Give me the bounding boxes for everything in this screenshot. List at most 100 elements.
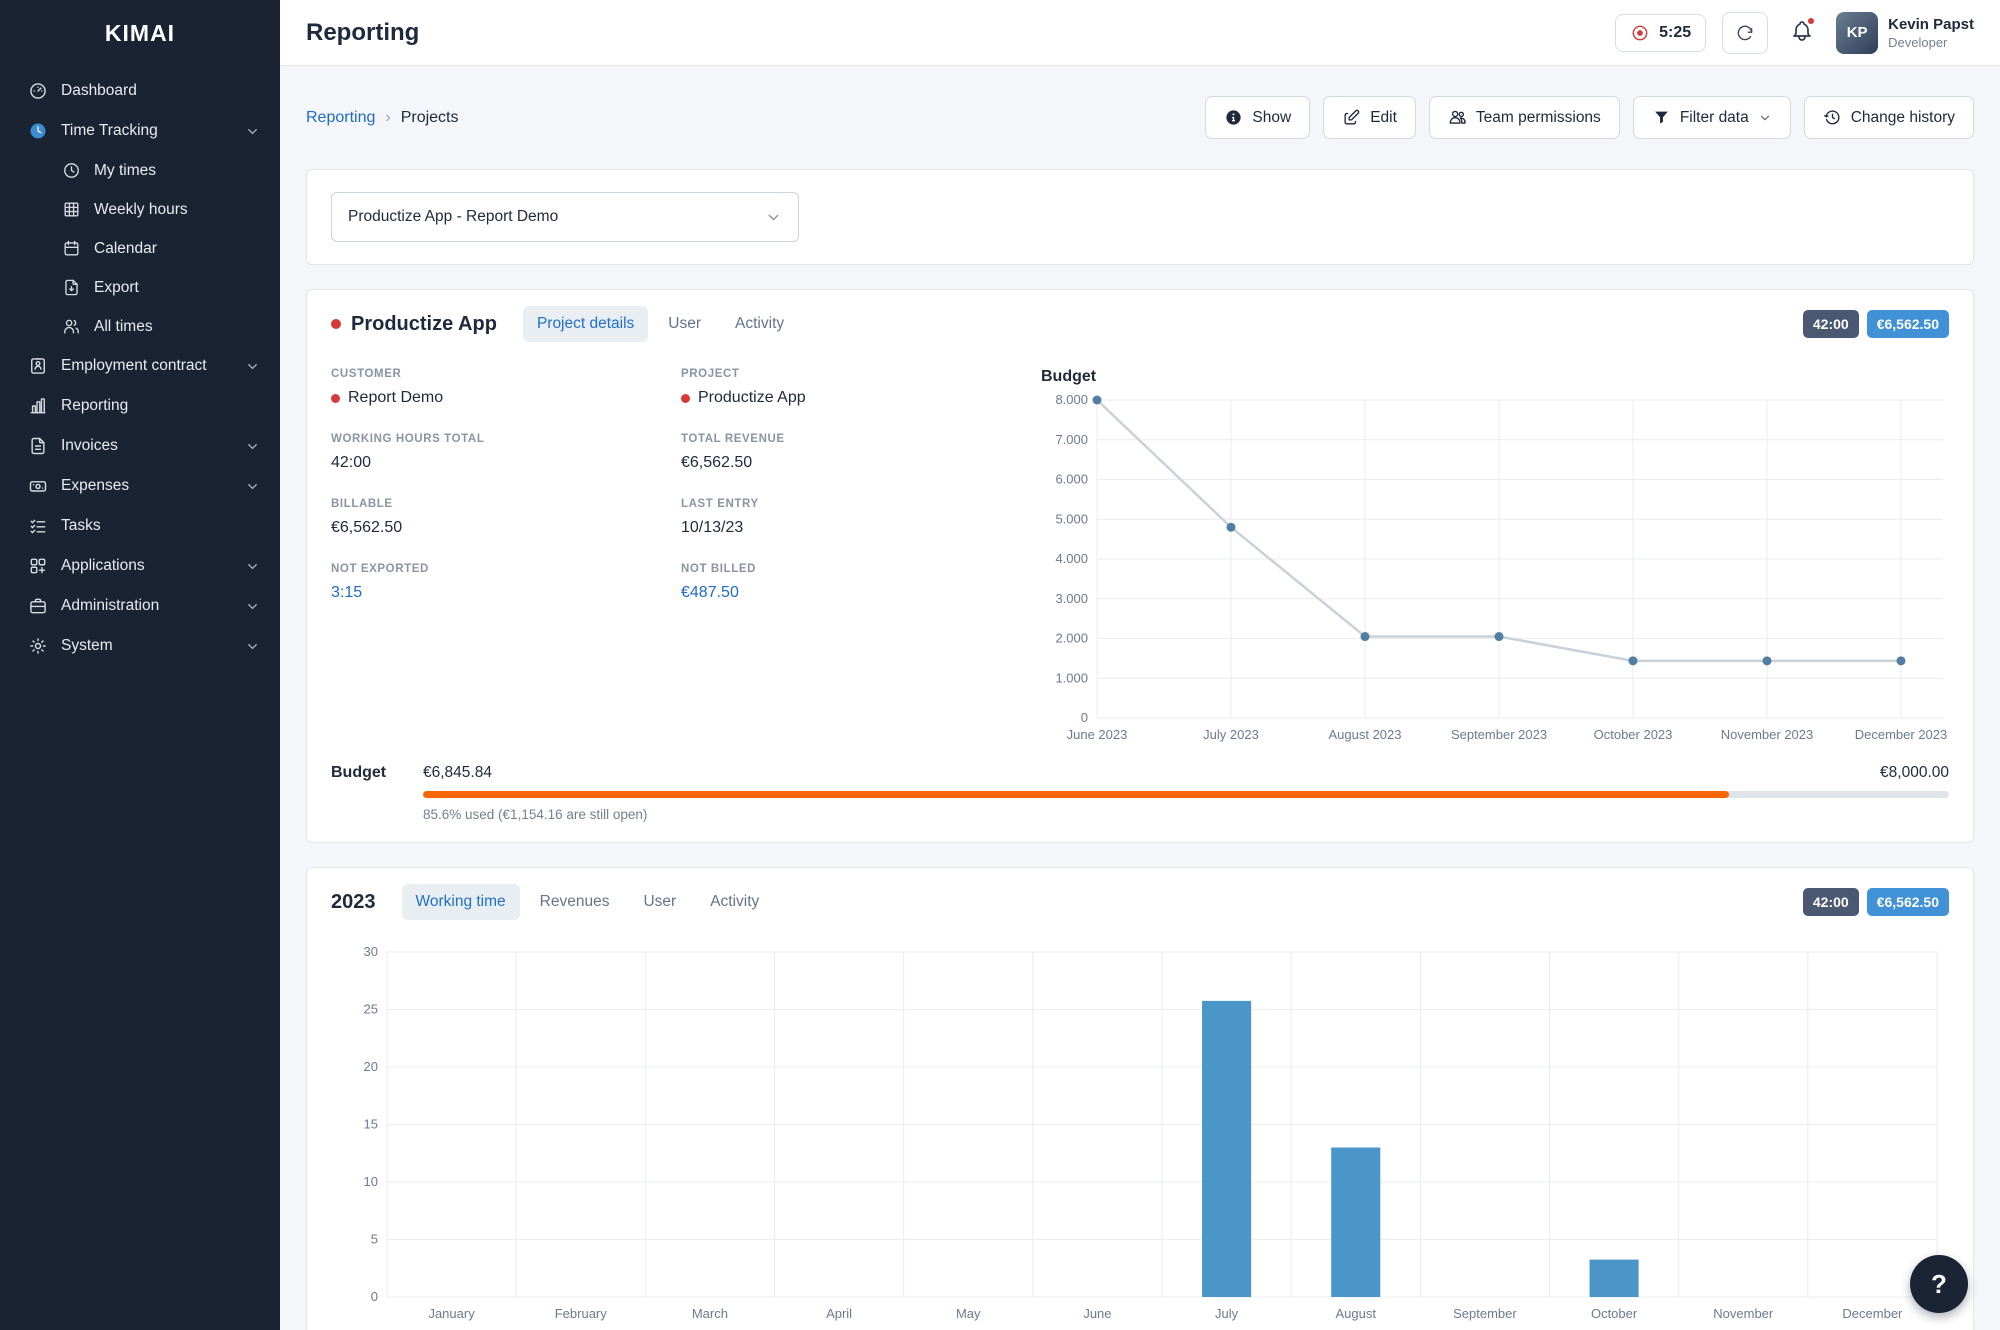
not-billed-link[interactable]: €487.50 [681, 584, 1031, 602]
breadcrumb: Reporting › Projects [306, 109, 459, 127]
svg-text:30: 30 [364, 944, 378, 959]
tab-activity[interactable]: Activity [721, 306, 798, 342]
svg-text:December: December [1842, 1306, 1903, 1321]
change-history-button[interactable]: Change history [1803, 96, 1974, 139]
svg-text:July: July [1215, 1306, 1239, 1321]
year-card-badges: 42:00 €6,562.50 [1802, 888, 1949, 916]
sidebar-item-calendar[interactable]: Calendar [0, 229, 280, 268]
not-exported-link[interactable]: 3:15 [331, 584, 681, 602]
filter-data-button[interactable]: Filter data [1632, 96, 1791, 139]
sidebar-item-my-times[interactable]: My times [0, 151, 280, 190]
briefcase-icon [28, 596, 48, 616]
svg-text:0: 0 [371, 1289, 378, 1304]
refresh-icon [1735, 23, 1755, 43]
sidebar-item-all-times[interactable]: All times [0, 307, 280, 346]
budget-used-amount: €6,845.84 [423, 764, 492, 781]
sidebar-item-label: Employment contract [61, 357, 207, 374]
project-details-card: Productize App Project details User Acti… [306, 289, 1974, 843]
working-time-bar-chart: 0 5 10 15 20 25 30 January February March April May… [331, 942, 1949, 1327]
budget-progress-section: Budget €6,845.84 €8,000.00 85.6% used (€… [307, 754, 1973, 842]
sidebar-item-expenses[interactable]: Expenses [0, 466, 280, 506]
year-card-title: 2023 [331, 890, 376, 913]
help-button[interactable]: ? [1910, 1255, 1968, 1313]
field-label: TOTAL REVENUE [681, 433, 785, 445]
user-menu[interactable]: KP Kevin Papst Developer [1836, 11, 1974, 54]
svg-text:January: January [428, 1306, 475, 1321]
tab-year-user[interactable]: User [629, 884, 690, 920]
filter-data-button-label: Filter data [1679, 108, 1749, 126]
edit-button[interactable]: Edit [1323, 96, 1416, 139]
toolbar: Show Edit Team permissions Filter data C… [1205, 96, 1974, 139]
notification-dot [1806, 15, 1817, 26]
svg-text:November 2023: November 2023 [1721, 727, 1814, 742]
svg-text:March: March [692, 1306, 728, 1321]
record-icon [1630, 23, 1650, 43]
gear-icon [28, 636, 48, 656]
sidebar-item-invoices[interactable]: Invoices [0, 426, 280, 466]
year-card-tabs: Working time Revenues User Activity [401, 884, 774, 920]
tab-project-details[interactable]: Project details [522, 306, 649, 342]
sidebar-item-reporting[interactable]: Reporting [0, 386, 280, 426]
customer-color-dot [331, 393, 340, 403]
team-permissions-button[interactable]: Team permissions [1428, 96, 1620, 139]
field-billable: BILLABLE €6,562.50 [331, 498, 681, 537]
sidebar-item-system[interactable]: System [0, 626, 280, 666]
sidebar-item-export[interactable]: Export [0, 268, 280, 307]
topbar-actions: 5:25 KP Kevin Papst Developer [1615, 11, 1974, 54]
sidebar-item-administration[interactable]: Administration [0, 586, 280, 626]
field-label: WORKING HOURS TOTAL [331, 433, 485, 445]
sidebar-item-time-tracking[interactable]: Time Tracking [0, 111, 280, 151]
gauge-icon [28, 81, 48, 101]
sidebar-item-applications[interactable]: Applications [0, 546, 280, 586]
svg-text:3.000: 3.000 [1055, 591, 1088, 606]
sidebar-item-label: My times [94, 161, 156, 179]
project-color-dot [331, 319, 341, 329]
tab-revenues[interactable]: Revenues [526, 884, 624, 920]
field-label: NOT EXPORTED [331, 563, 429, 575]
sidebar-item-label: Weekly hours [94, 200, 188, 218]
svg-text:October 2023: October 2023 [1594, 727, 1673, 742]
budget-progress-main: €6,845.84 €8,000.00 85.6% used (€1,154.1… [423, 764, 1949, 822]
show-button[interactable]: Show [1205, 96, 1311, 139]
sidebar-item-tasks[interactable]: Tasks [0, 506, 280, 546]
clock-icon [62, 161, 81, 180]
edit-icon [1342, 108, 1361, 127]
team-permissions-button-label: Team permissions [1475, 108, 1601, 126]
project-card-body: CUSTOMER Report Demo PROJECT Productize … [307, 354, 1973, 754]
field-value: Report Demo [331, 389, 681, 407]
sidebar-item-label: All times [94, 317, 153, 335]
chart-bar-icon [28, 396, 48, 416]
svg-text:5: 5 [371, 1232, 378, 1247]
project-fields: CUSTOMER Report Demo PROJECT Productize … [331, 368, 1031, 748]
svg-text:4.000: 4.000 [1055, 551, 1088, 566]
budget-chart-column: Budget 0 1.000 2.000 3.000 4.000 5.000 6.000 7.… [1031, 368, 1949, 748]
timer-button[interactable]: 5:25 [1615, 13, 1707, 52]
chevron-down-icon [765, 209, 782, 226]
sidebar-item-employment-contract[interactable]: Employment contract [0, 346, 280, 386]
field-not-exported: NOT EXPORTED 3:15 [331, 563, 681, 602]
field-value: Productize App [681, 389, 1031, 407]
user-role: Developer [1888, 34, 1948, 50]
tab-working-time[interactable]: Working time [401, 884, 520, 920]
breadcrumb-reporting-link[interactable]: Reporting [306, 109, 375, 127]
change-history-button-label: Change history [1850, 108, 1955, 126]
project-card-title: Productize App [331, 313, 497, 336]
budget-progress-fill [423, 791, 1730, 798]
svg-text:8.000: 8.000 [1055, 392, 1088, 407]
users-icon [62, 317, 81, 336]
tab-user[interactable]: User [654, 306, 715, 342]
field-project: PROJECT Productize App [681, 368, 1031, 407]
show-button-label: Show [1252, 108, 1292, 126]
chevron-down-icon [245, 124, 260, 139]
budget-total-amount: €8,000.00 [1880, 764, 1949, 781]
notifications-button[interactable] [1790, 15, 1817, 47]
refresh-button[interactable] [1722, 11, 1769, 54]
project-selector[interactable]: Productize App - Report Demo [331, 192, 799, 242]
sidebar-item-label: Administration [61, 597, 160, 614]
project-selector-value: Productize App - Report Demo [348, 208, 559, 225]
tab-year-activity[interactable]: Activity [696, 884, 773, 920]
svg-text:October: October [1591, 1306, 1638, 1321]
sidebar-item-weekly-hours[interactable]: Weekly hours [0, 190, 280, 229]
sidebar-item-label: Calendar [94, 239, 157, 257]
sidebar-item-dashboard[interactable]: Dashboard [0, 71, 280, 111]
